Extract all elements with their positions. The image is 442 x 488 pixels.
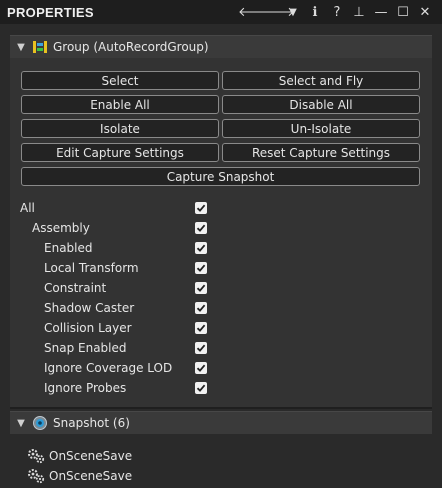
checklist-label: Assembly (32, 221, 90, 235)
gears-icon (28, 469, 45, 484)
checklist-row-snap-enabled[interactable]: Snap Enabled (10, 338, 432, 358)
collapse-arrow-icon[interactable]: ▼ (11, 42, 31, 53)
enable-all-button[interactable]: Enable All (21, 95, 219, 114)
properties-titlebar: PROPERTIES 🡐 🡒 ▼ ℹ ? ⊥ — ☐ ✕ (0, 0, 442, 24)
checkbox-assembly[interactable] (195, 222, 207, 234)
checklist-label: Enabled (44, 241, 93, 255)
forward-arrow-icon[interactable]: 🡒 (260, 4, 295, 20)
checkbox-collision-layer[interactable] (195, 322, 207, 334)
checkbox-all[interactable] (195, 202, 207, 214)
checkbox-ignore-probes[interactable] (195, 382, 207, 394)
checklist-label: All (20, 201, 35, 215)
group-section-header[interactable]: ▼ Group (AutoRecordGroup) (10, 35, 432, 58)
titlebar-icons: 🡐 🡒 ▼ ℹ ? ⊥ — ☐ ✕ (238, 4, 436, 21)
checklist-row-ignore-coverage-lod[interactable]: Ignore Coverage LOD (10, 358, 432, 378)
checkbox-shadow-caster[interactable] (195, 302, 207, 314)
checklist-row-assembly[interactable]: Assembly (10, 218, 432, 238)
back-arrow-icon[interactable]: 🡐 (238, 4, 273, 20)
checkbox-enabled[interactable] (195, 242, 207, 254)
checklist-row-ignore-probes[interactable]: Ignore Probes (10, 378, 432, 398)
checklist-label: Collision Layer (44, 321, 132, 335)
list-item[interactable]: OnSceneSave (26, 446, 132, 466)
help-icon[interactable]: ? (326, 5, 348, 20)
info-icon[interactable]: ℹ (304, 5, 326, 20)
maximize-icon[interactable]: ☐ (392, 5, 414, 20)
snapshot-item-label: OnSceneSave (49, 449, 133, 463)
checkbox-constraint[interactable] (195, 282, 207, 294)
collapse-arrow-icon[interactable]: ▼ (11, 418, 31, 429)
checklist-label: Shadow Caster (44, 301, 135, 315)
checklist-label: Local Transform (44, 261, 139, 275)
section-divider (10, 407, 432, 409)
group-section-title: Group (AutoRecordGroup) (53, 40, 209, 54)
capture-snapshot-button[interactable]: Capture Snapshot (21, 167, 420, 186)
checklist-row-all[interactable]: All (10, 198, 432, 218)
minimize-icon[interactable]: — (370, 5, 392, 20)
close-icon[interactable]: ✕ (414, 5, 436, 20)
snapshot-section-header[interactable]: ▼ Snapshot (6) (10, 411, 432, 434)
snapshot-icon (31, 415, 49, 431)
checklist-label: Ignore Coverage LOD (44, 361, 173, 375)
checklist-row-shadow-caster[interactable]: Shadow Caster (10, 298, 432, 318)
dropdown-triangle-icon[interactable]: ▼ (282, 7, 304, 18)
group-icon (31, 39, 49, 55)
checkbox-ignore-coverage-lod[interactable] (195, 362, 207, 374)
pin-icon[interactable]: ⊥ (348, 5, 370, 20)
checklist-row-constraint[interactable]: Constraint (10, 278, 432, 298)
checklist-row-collision-layer[interactable]: Collision Layer (10, 318, 432, 338)
snapshot-section-body: OnSceneSave OnSceneSave (10, 434, 432, 488)
select-and-fly-button[interactable]: Select and Fly (222, 71, 420, 90)
gears-icon (28, 449, 45, 464)
checklist-row-enabled[interactable]: Enabled (10, 238, 432, 258)
edit-capture-settings-button[interactable]: Edit Capture Settings (21, 143, 219, 162)
snapshot-section-title: Snapshot (6) (53, 416, 130, 430)
checklist-label: Snap Enabled (44, 341, 127, 355)
panel-title: PROPERTIES (7, 4, 94, 20)
un-isolate-button[interactable]: Un-Isolate (222, 119, 420, 138)
checklist-label: Constraint (44, 281, 107, 295)
group-section-body: Select Select and Fly Enable All Disable… (10, 58, 432, 407)
checklist-row-local-transform[interactable]: Local Transform (10, 258, 432, 278)
checklist-label: Ignore Probes (44, 381, 127, 395)
snapshot-item-label: OnSceneSave (49, 469, 133, 483)
select-button[interactable]: Select (21, 71, 219, 90)
isolate-button[interactable]: Isolate (21, 119, 219, 138)
list-item[interactable]: OnSceneSave (26, 466, 132, 486)
checkbox-local-transform[interactable] (195, 262, 207, 274)
disable-all-button[interactable]: Disable All (222, 95, 420, 114)
checkbox-snap-enabled[interactable] (195, 342, 207, 354)
reset-capture-settings-button[interactable]: Reset Capture Settings (222, 143, 420, 162)
